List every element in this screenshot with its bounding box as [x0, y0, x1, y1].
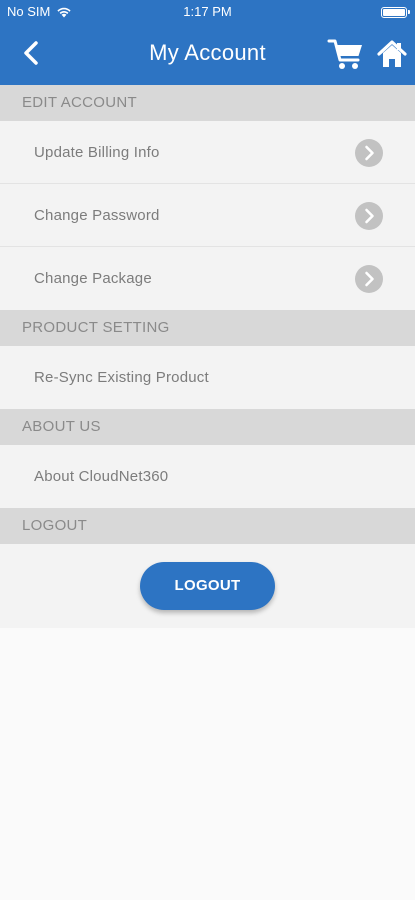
account-menu: EDIT ACCOUNT Update Billing Info Change …: [0, 85, 415, 628]
change-password-row[interactable]: Change Password: [0, 184, 415, 247]
chevron-right-icon: [355, 139, 383, 167]
battery-icon: [381, 7, 410, 18]
about-cloudnet-row[interactable]: About CloudNet360: [0, 445, 415, 508]
section-about-us: ABOUT US: [0, 409, 415, 445]
logout-button[interactable]: LOGOUT: [140, 562, 275, 610]
logout-area: LOGOUT: [0, 544, 415, 628]
section-edit-account: EDIT ACCOUNT: [0, 85, 415, 121]
cart-button[interactable]: [327, 36, 365, 72]
status-time: 1:17 PM: [183, 4, 232, 19]
row-label: About CloudNet360: [34, 468, 169, 485]
row-label: Update Billing Info: [34, 144, 160, 161]
battery-fill: [383, 9, 405, 16]
app-header: No SIM 1:17 PM My Account: [0, 0, 415, 85]
chevron-right-icon: [355, 202, 383, 230]
row-label: Change Package: [34, 270, 152, 287]
resync-product-row[interactable]: Re-Sync Existing Product: [0, 346, 415, 409]
row-label: Re-Sync Existing Product: [34, 369, 209, 386]
home-icon: [377, 40, 407, 67]
section-logout: LOGOUT: [0, 508, 415, 544]
update-billing-row[interactable]: Update Billing Info: [0, 121, 415, 184]
cart-icon: [327, 39, 362, 69]
change-package-row[interactable]: Change Package: [0, 247, 415, 310]
row-label: Change Password: [34, 207, 160, 224]
section-product-setting: PRODUCT SETTING: [0, 310, 415, 346]
home-button[interactable]: [376, 38, 408, 70]
chevron-right-icon: [355, 265, 383, 293]
status-bar: No SIM 1:17 PM: [0, 0, 415, 24]
